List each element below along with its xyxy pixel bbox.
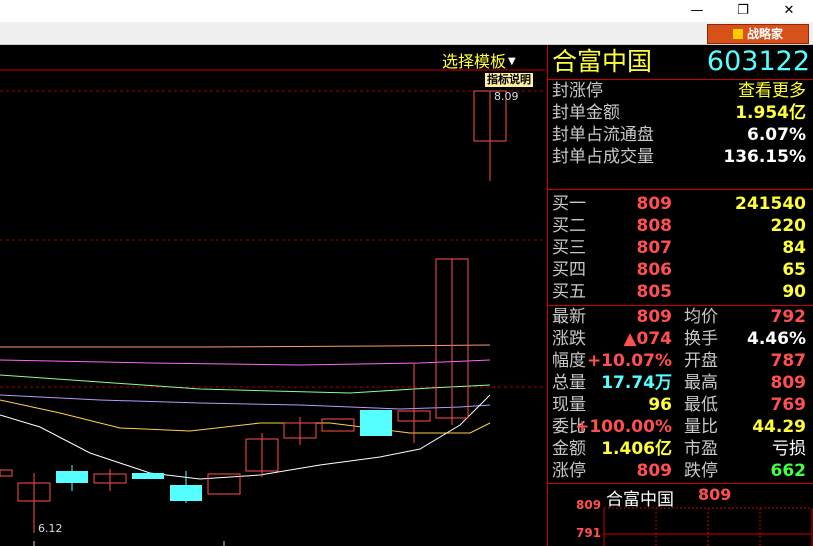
kline-svg (0, 69, 545, 546)
low-price-label: 6.12 (38, 522, 63, 535)
window-titlebar: — ❐ ✕ (0, 0, 813, 22)
view-more-link[interactable]: 查看更多 (738, 80, 806, 102)
orderbook-row[interactable]: 买五 805 90 (548, 281, 810, 303)
stock-code: 603122 (706, 46, 810, 77)
toolbar (0, 22, 813, 45)
mini-grid (603, 507, 813, 546)
chevron-down-icon: ▼ (508, 56, 516, 67)
limit-header: 封涨停 查看更多 (548, 80, 810, 102)
indicator-help-button[interactable]: 指标说明 (485, 73, 533, 87)
brand-button[interactable]: 战略家 (707, 24, 809, 44)
quote-row: 委比 +100.00% 量比 44.29 (552, 417, 806, 437)
candle (170, 485, 202, 501)
high-price-label: 8.09 (494, 90, 519, 103)
ma-line-purple (0, 394, 491, 410)
minimize-button[interactable]: — (674, 0, 720, 22)
quote-row: 涨跌 ▲074 换手 4.46% (552, 329, 806, 349)
ma-line-orange (0, 344, 491, 348)
brand-icon (732, 29, 743, 39)
candle (132, 473, 164, 479)
candle (56, 471, 88, 483)
brand-label: 战略家 (746, 27, 783, 41)
candle (0, 469, 13, 477)
orderbook-row[interactable]: 买二 808 220 (548, 215, 810, 237)
divider (548, 189, 813, 190)
orderbook-row[interactable]: 买四 806 65 (548, 259, 810, 281)
quote-row: 金额 1.406亿 市盈 亏损 (552, 439, 806, 459)
limit-title: 封涨停 (552, 81, 603, 101)
quote-row: 涨停 809 跌停 662 (552, 461, 806, 481)
close-button[interactable]: ✕ (766, 0, 812, 22)
orderbook-row[interactable]: 买三 807 84 (548, 237, 810, 259)
restore-button[interactable]: ❐ (720, 0, 766, 22)
ma-line-yellow (0, 399, 491, 434)
ma-line-green (0, 374, 491, 394)
quote-panel: 合富中国 603122 封涨停 查看更多 封单金额 1.954亿 封单占流通盘 … (547, 45, 813, 546)
template-select-label: 选择模板 (442, 52, 507, 71)
quote-row: 幅度 +10.07% 开盘 787 (552, 351, 806, 371)
limit-row: 封单占流通盘 6.07% (552, 125, 806, 145)
mini-chart[interactable]: 合富中国 809 809 791 (548, 484, 813, 546)
stock-name: 合富中国 (552, 47, 653, 76)
orderbook-row[interactable]: 买一 809 241540 (548, 193, 810, 215)
quote-row: 最新 809 均价 792 (552, 307, 806, 327)
template-select[interactable]: 选择模板 ▼ (442, 48, 516, 72)
quote-row: 现量 96 最低 769 (552, 395, 806, 415)
ma-line-white (0, 394, 491, 480)
candle (360, 410, 392, 436)
quote-row: 总量 17.74万 最高 809 (552, 373, 806, 393)
limit-row: 封单占成交量 136.15% (552, 147, 806, 167)
ma-line-magenta (0, 359, 491, 366)
kline-chart[interactable]: 选择模板 ▼ 指标说明 8.09 6.12 (0, 45, 547, 546)
limit-row: 封单金额 1.954亿 (552, 103, 806, 123)
